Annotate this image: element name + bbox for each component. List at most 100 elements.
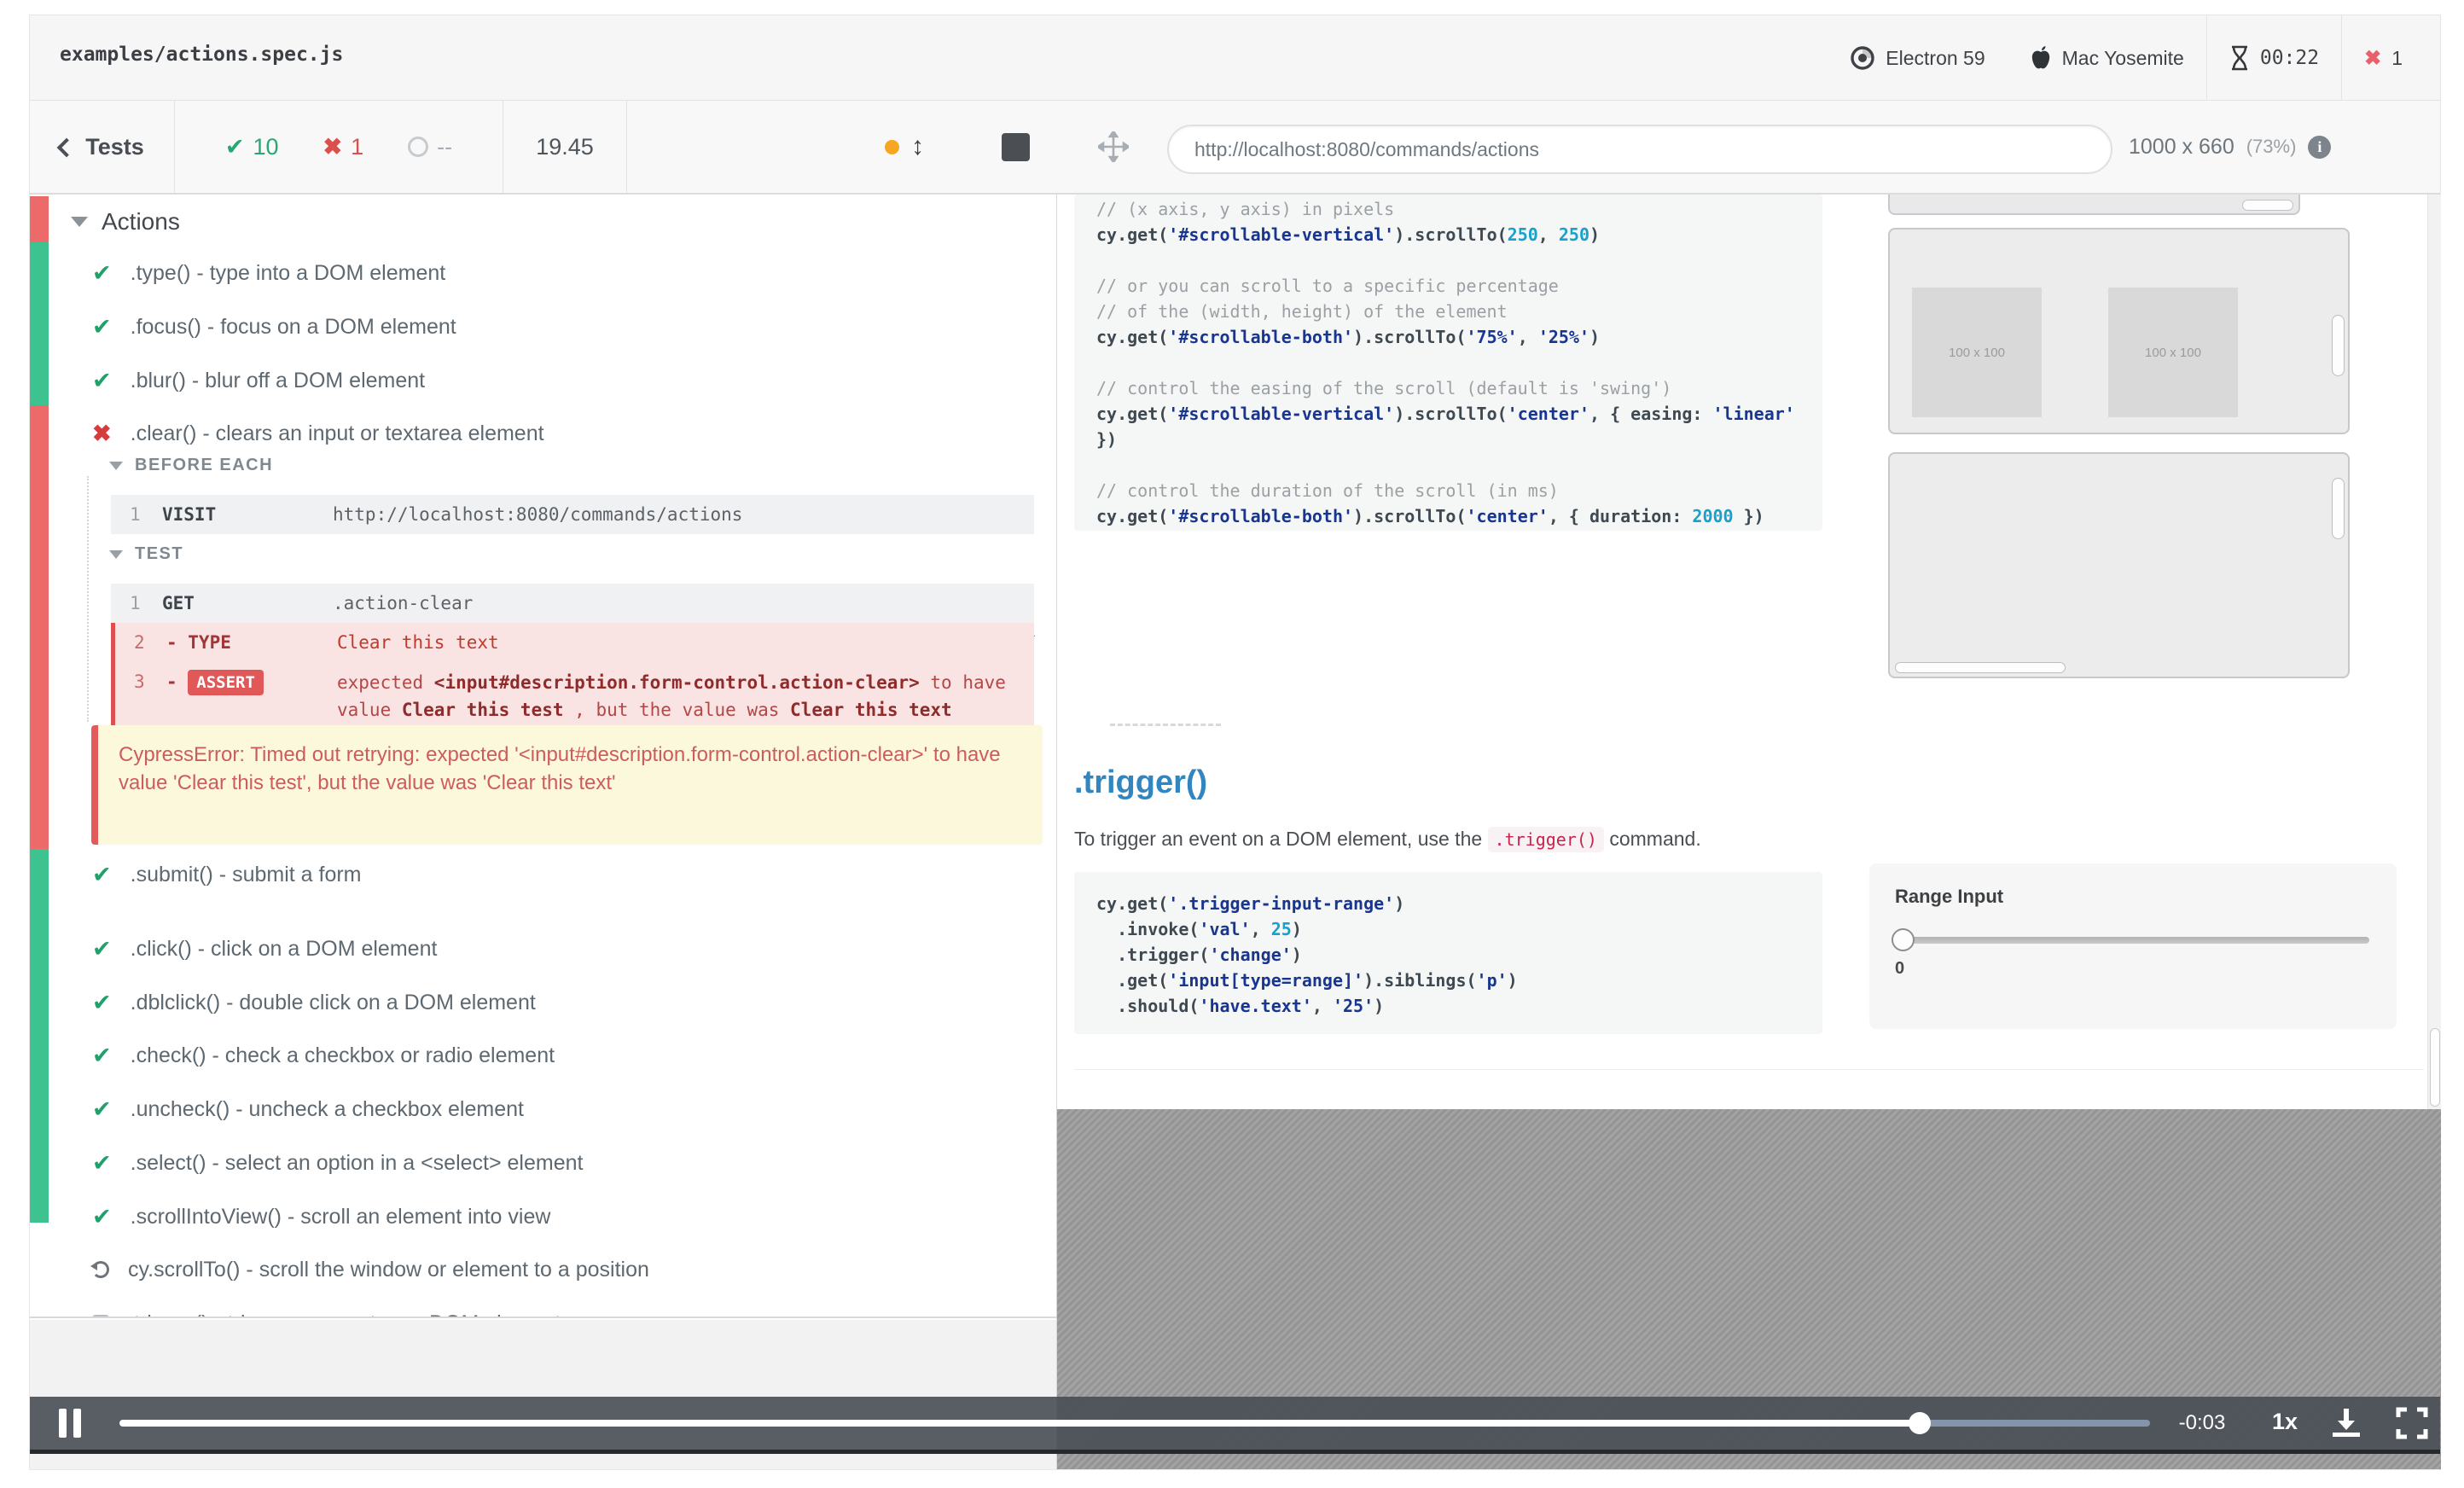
cypress-runner-screenshot: examples/actions.spec.js Electron 59 Mac… [0,0,2464,1488]
command-value: .action-clear [333,593,474,613]
scrollable-vertical-box: 100 x 100 100 x 100 [1888,228,2350,434]
test-item[interactable]: ✔ .type() - type into a DOM element [92,253,445,294]
suite-status-strip [30,196,49,242]
suite-header-actions[interactable]: Actions [71,208,180,235]
test-item[interactable]: ✔ .focus() - focus on a DOM element [92,306,456,347]
range-slider[interactable] [1892,928,2369,951]
pending-checkbox-icon [92,1315,109,1317]
code-line: // control the easing of the scroll (def… [1096,378,1672,398]
before-each-section[interactable]: BEFORE EACH [109,456,273,475]
code-line: }) [1096,429,1118,450]
download-button[interactable] [2329,1407,2363,1439]
failure-count: 1 [2391,46,2403,69]
test-item-label: .trigger() - trigger an event on a DOM e… [128,1311,561,1317]
range-input-card: Range Input 0 [1869,863,2397,1029]
inline-code: .trigger() [1487,827,1604,852]
command-row-visit[interactable]: 1 VISIT http://localhost:8080/commands/act… [111,495,1034,534]
electron-browser-icon [1851,46,1874,70]
video-progress-bar[interactable] [119,1412,2150,1434]
autoscroll-toggle[interactable]: ↕ [885,132,924,161]
stop-button[interactable] [1001,132,1030,161]
top-bar-right: Electron 59 Mac Yosemite 00:22 ✖ 1 [1828,15,2425,101]
timer-value: 00:22 [2259,47,2320,69]
code-line: // or you can scroll to a specific perce… [1096,276,1559,296]
section-dash-divider [1110,724,1221,726]
passed-check-icon: ✔ [92,1149,112,1176]
horizontal-scrollbar-thumb[interactable] [1895,662,2066,673]
cypress-error-box: CypressError: Timed out retrying: expect… [91,725,1043,845]
command-value: Clear this text [337,632,499,653]
reporter-panel: Actions ✔ .type() - type into a DOM eleme… [30,195,1056,1469]
test-item[interactable]: .trigger() - trigger an event on a DOM e… [92,1303,561,1317]
command-row-ASSERT[interactable]: 3 - ASSERT expected <input#description.for… [111,662,1034,730]
os-indicator: Mac Yosemite [2008,15,2206,101]
test-item[interactable]: cy.scrollTo() - scroll the window or ele… [90,1249,649,1290]
command-number: 2 [134,632,145,653]
test-item-label: cy.scrollTo() - scroll the window or ele… [128,1257,649,1282]
failed-stat: ✖ 1 [323,134,364,160]
trigger-section-description: To trigger an event on a DOM element, us… [1074,827,1701,852]
range-slider-thumb[interactable] [1892,928,1915,951]
pause-button[interactable] [59,1409,84,1438]
horizontal-scrollbar-thumb[interactable] [2242,200,2293,211]
code-line: // of the (width, height) of the element [1096,301,1508,322]
test-item-label: .check() - check a checkbox or radio ele… [130,1043,555,1067]
test-section[interactable]: TEST [109,544,183,564]
chevron-left-icon [56,137,77,158]
test-item[interactable]: ✔ .blur() - blur off a DOM element [92,360,425,401]
selector-playground-icon[interactable] [1098,131,1129,162]
passed-count: 10 [253,133,279,160]
failure-x-icon: ✖ [2364,46,2382,70]
failed-count: 1 [351,133,364,160]
duration-cell: 19.45 [503,101,627,193]
passed-strip-2 [30,849,49,1223]
hierarchy-dotted-line [87,476,89,722]
hourglass-icon [2231,45,2247,71]
viewport-scale: (73%) [2246,136,2297,157]
back-label: Tests [85,133,144,160]
collapse-triangle-icon [109,549,123,559]
browser-selector[interactable]: Electron 59 [1828,15,2007,101]
assert-badge: ASSERT [188,670,264,695]
test-item[interactable]: ✖ .clear() - clears an input or textarea … [92,413,544,454]
os-name: Mac Yosemite [2061,46,2184,69]
scrollable-horizontal-box-partial [1888,195,2300,215]
passed-check-icon: ✔ [92,935,112,962]
autoscroll-dot-icon [885,139,899,154]
test-item[interactable]: ✔ .submit() - submit a form [92,854,362,895]
command-name: - ASSERT [166,662,337,701]
passed-check-icon: ✔ [92,861,112,887]
passed-check-icon: ✔ [92,1042,112,1068]
command-row-type[interactable]: 2 - TYPE Clear this text [111,623,1034,662]
test-item[interactable]: ✔ .scrollIntoView() - scroll an element i… [92,1196,550,1237]
test-item-label: .scrollIntoView() - scroll an element in… [130,1204,551,1229]
test-item-label: .focus() - focus on a DOM element [130,314,456,339]
progress-thumb[interactable] [1909,1412,1931,1434]
passed-check-icon: ✔ [92,259,112,286]
test-item[interactable]: ✔ .select() - select an option in a <sele… [92,1142,583,1183]
command-name: VISIT [162,504,217,525]
test-item[interactable]: ✔ .uncheck() - uncheck a checkbox element [92,1089,524,1130]
test-item[interactable]: ✔ .click() - click on a DOM element [92,928,437,969]
info-icon[interactable]: i [2308,135,2332,159]
test-item[interactable]: ✔ .check() - check a checkbox or radio el… [92,1035,555,1076]
passed-check-icon: ✔ [224,133,245,160]
aut-scrollbar[interactable] [2427,195,2441,1109]
selector-playground-cell [1088,101,1139,193]
aut-scrollbar-thumb[interactable] [2430,1028,2440,1107]
command-row-get[interactable]: 1 GET .action-clear [111,584,1034,623]
command-number: 1 [130,504,141,525]
test-item[interactable]: ✔ .dblclick() - double click on a DOM ele… [92,982,536,1023]
test-item-label: .select() - select an option in a <selec… [130,1150,584,1175]
test-item-label: .blur() - blur off a DOM element [130,368,426,392]
passed-check-icon: ✔ [92,367,112,393]
vertical-scrollbar-thumb[interactable] [2332,315,2345,376]
aut-url-bar[interactable]: http://localhost:8080/commands/actions [1167,125,2112,174]
progress-remaining [1920,1420,2150,1427]
playback-speed-button[interactable]: 1x [2255,1409,2315,1435]
test-item-label: .submit() - submit a form [130,862,362,886]
vertical-scrollbar-thumb[interactable] [2332,478,2345,539]
back-to-tests-button[interactable]: Tests [56,133,144,160]
fullscreen-button[interactable] [2395,1407,2429,1439]
